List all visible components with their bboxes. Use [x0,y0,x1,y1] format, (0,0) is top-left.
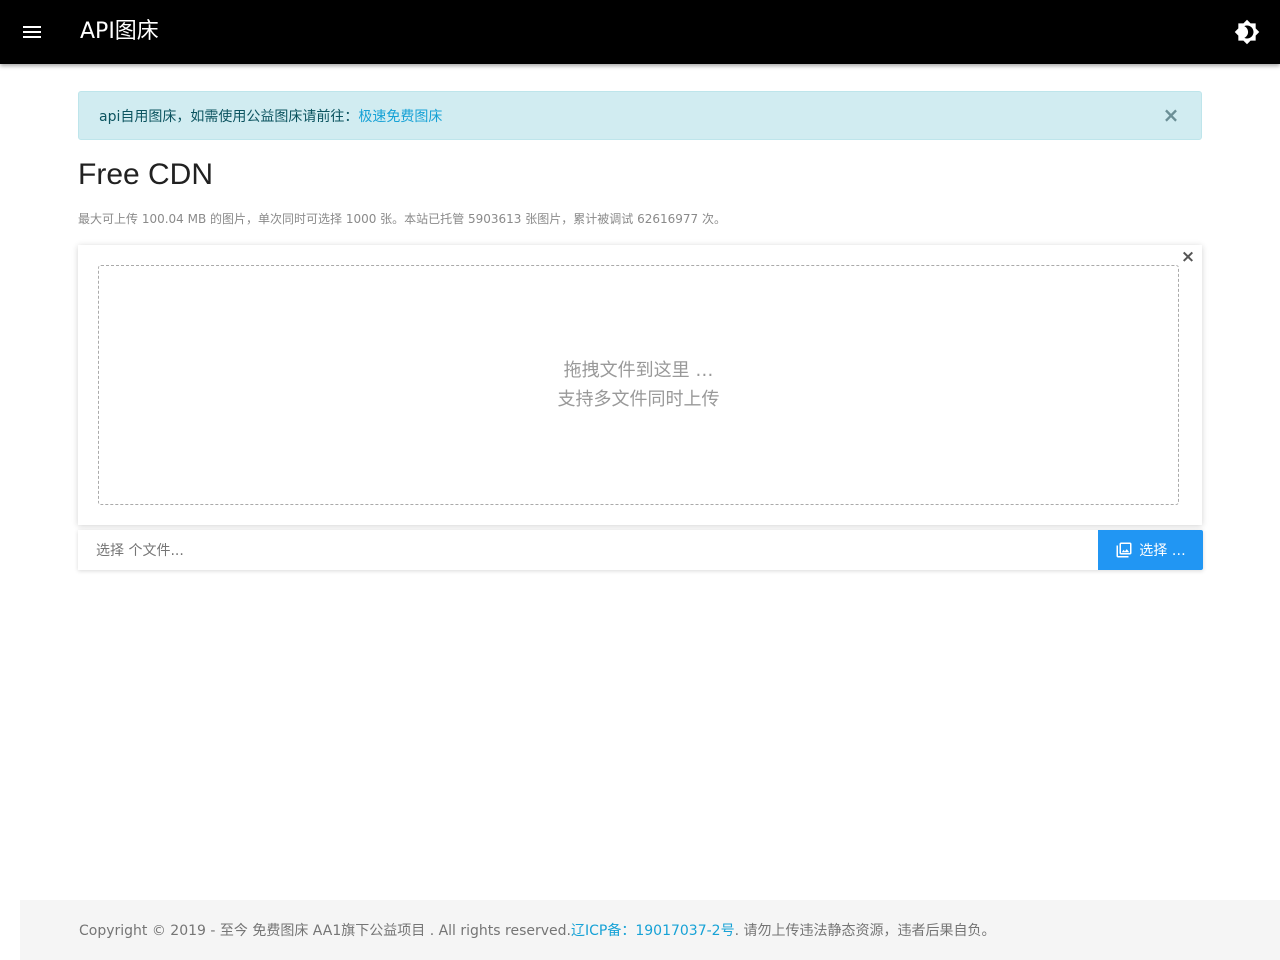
menu-button[interactable] [12,12,52,52]
icp-link[interactable]: 辽ICP备：19017037-2号 [571,920,735,940]
file-drop-zone[interactable]: 拖拽文件到这里 … 支持多文件同时上传 [98,265,1179,505]
alert-close-button[interactable]: × [1161,103,1181,127]
upload-card: × 拖拽文件到这里 … 支持多文件同时上传 [78,245,1202,525]
drop-hint: 拖拽文件到这里 … [563,360,714,381]
close-icon: × [1162,103,1180,127]
footer-notice: . 请勿上传违法静态资源，违者后果自负。 [734,923,996,939]
app-bar: API图床 [0,0,1280,64]
info-alert: api自用图床，如需使用公益图床请前往： 极速免费图床 × [78,91,1202,140]
theme-toggle-button[interactable] [1234,19,1260,45]
close-icon: × [1180,247,1196,267]
image-icon [1116,542,1132,558]
copyright-text: Copyright © 2019 - 至今 免费图床 AA1旗下公益项目 . A… [79,923,571,939]
menu-icon [23,26,41,38]
file-caption[interactable]: 选择 个文件... [78,530,1098,570]
upload-info-text: 最大可上传 100.04 MB 的图片，单次同时可选择 1000 张。本站已托管… [78,212,726,226]
free-image-host-link[interactable]: 极速免费图床 [358,106,442,126]
page-title: Free CDN [78,158,214,191]
multi-upload-hint: 支持多文件同时上传 [557,389,720,410]
browse-label: 选择 … [1139,543,1186,559]
brightness-icon [1234,19,1260,45]
browse-button[interactable]: 选择 … [1098,530,1203,570]
footer: Copyright © 2019 - 至今 免费图床 AA1旗下公益项目 . A… [20,900,1280,960]
file-input-group: 选择 个文件... 选择 … [78,530,1203,570]
alert-text: api自用图床，如需使用公益图床请前往： [99,108,359,125]
clear-upload-button[interactable]: × [1180,247,1196,267]
app-title[interactable]: API图床 [80,17,159,47]
